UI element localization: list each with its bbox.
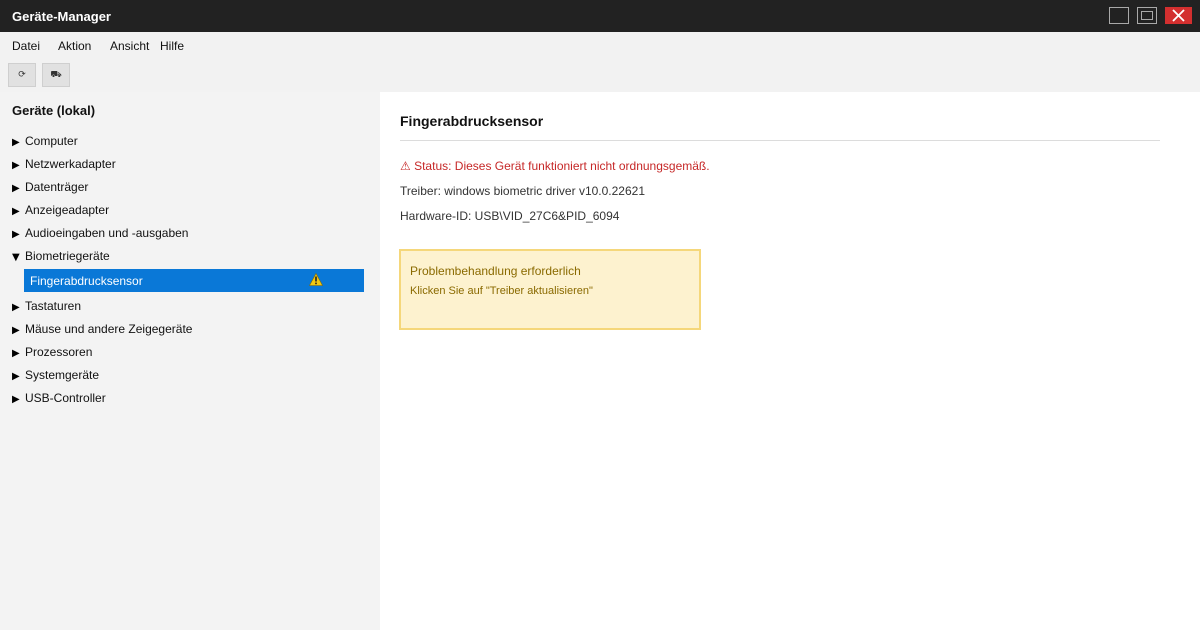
expand-arrow-icon[interactable]: ▶ (12, 348, 25, 359)
notice-title: Problembehandlung erforderlich (410, 264, 581, 278)
expand-arrow-icon[interactable]: ▶ (12, 371, 25, 382)
tree-category-label: Prozessoren (25, 345, 93, 359)
menu-datei[interactable]: Datei (12, 39, 40, 53)
tree-category-label: Audioeingaben und -ausgaben (25, 226, 189, 240)
tree-category-label: Anzeigeadapter (25, 203, 110, 217)
tree-root-label: Geräte (lokal) (12, 103, 96, 118)
tree-category-label: Computer (25, 134, 78, 148)
close-icon (1172, 9, 1185, 22)
menu-ansicht[interactable]: Ansicht (110, 39, 149, 53)
device-title: Fingerabdrucksensor (400, 113, 544, 129)
tree-device-label: Fingerabdrucksensor (30, 274, 143, 288)
tree-category-maeuse[interactable]: ▶ Mäuse und andere Zeigegeräte (12, 322, 192, 340)
minimize-button[interactable] (1109, 7, 1129, 24)
tree-category-label: USB-Controller (25, 391, 106, 405)
device-tree-pane: Geräte (lokal) ▶ Computer ▶ Netzwerkadapte… (0, 92, 380, 630)
expand-arrow-icon[interactable]: ▶ (12, 229, 25, 240)
device-status: ⚠ Status: Dieses Gerät funktioniert nich… (400, 159, 710, 173)
maximize-icon (1141, 11, 1153, 20)
driver-info: Treiber: windows biometric driver v10.0.… (400, 184, 645, 198)
warning-icon (309, 273, 323, 286)
tree-device-fingerabdrucksensor[interactable]: Fingerabdrucksensor (24, 269, 364, 292)
device-manager-window: Geräte-Manager Datei Aktion Ansicht Hilf… (0, 0, 1200, 630)
expand-arrow-icon[interactable]: ▶ (12, 325, 25, 336)
device-details-pane: Fingerabdrucksensor ⚠ Status: Dieses Ger… (380, 92, 1200, 630)
title-divider (400, 140, 1160, 141)
maximize-button[interactable] (1137, 7, 1157, 24)
tree-category-label: Tastaturen (25, 299, 82, 313)
notice-text: Klicken Sie auf "Treiber aktualisieren" (410, 285, 593, 297)
tree-category-biometriegeraete[interactable]: ▼ Biometriegeräte (12, 249, 110, 267)
tree-category-tastaturen[interactable]: ▶ Tastaturen (12, 299, 81, 317)
troubleshoot-notice: Problembehandlung erforderlich Klicken S… (399, 249, 701, 330)
expand-arrow-icon[interactable]: ▶ (12, 137, 25, 148)
tree-category-anzeigeadapter[interactable]: ▶ Anzeigeadapter (12, 203, 109, 221)
tree-category-prozessoren[interactable]: ▶ Prozessoren (12, 345, 92, 363)
refresh-icon: ⟳ (18, 70, 26, 80)
expand-arrow-icon[interactable]: ▶ (12, 160, 25, 171)
tree-category-label: Systemgeräte (25, 368, 100, 382)
collapse-arrow-icon[interactable]: ▼ (12, 252, 25, 263)
toolbar: ⟳ ⛟ (0, 60, 1200, 92)
tree-category-datentraeger[interactable]: ▶ Datenträger (12, 180, 88, 198)
expand-arrow-icon[interactable]: ▶ (12, 206, 25, 217)
refresh-button[interactable]: ⟳ (8, 63, 36, 87)
tree-category-audio[interactable]: ▶ Audioeingaben und -ausgaben (12, 226, 188, 244)
tree-category-label: Biometriegeräte (25, 249, 110, 263)
title-bar: Geräte-Manager (0, 0, 1200, 32)
expand-arrow-icon[interactable]: ▶ (12, 394, 25, 405)
tree-category-netzwerkadapter[interactable]: ▶ Netzwerkadapter (12, 157, 116, 175)
tree-category-systemgeraete[interactable]: ▶ Systemgeräte (12, 368, 99, 386)
tree-category-label: Netzwerkadapter (25, 157, 116, 171)
properties-button[interactable]: ⛟ (42, 63, 70, 87)
hardware-id: Hardware-ID: USB\VID_27C6&PID_6094 (400, 209, 620, 223)
tree-category-computer[interactable]: ▶ Computer (12, 134, 78, 152)
tree-category-label: Datenträger (25, 180, 89, 194)
menu-aktion[interactable]: Aktion (58, 39, 91, 53)
app-title: Geräte-Manager (12, 9, 111, 24)
tree-category-label: Mäuse und andere Zeigegeräte (25, 322, 193, 336)
close-button[interactable] (1165, 7, 1192, 24)
tree-category-usb-controller[interactable]: ▶ USB-Controller (12, 391, 106, 409)
device-icon: ⛟ (50, 70, 62, 80)
menu-bar: Datei Aktion Ansicht Hilfe (0, 32, 1200, 60)
expand-arrow-icon[interactable]: ▶ (12, 183, 25, 194)
expand-arrow-icon[interactable]: ▶ (12, 302, 25, 313)
menu-hilfe[interactable]: Hilfe (160, 39, 184, 53)
